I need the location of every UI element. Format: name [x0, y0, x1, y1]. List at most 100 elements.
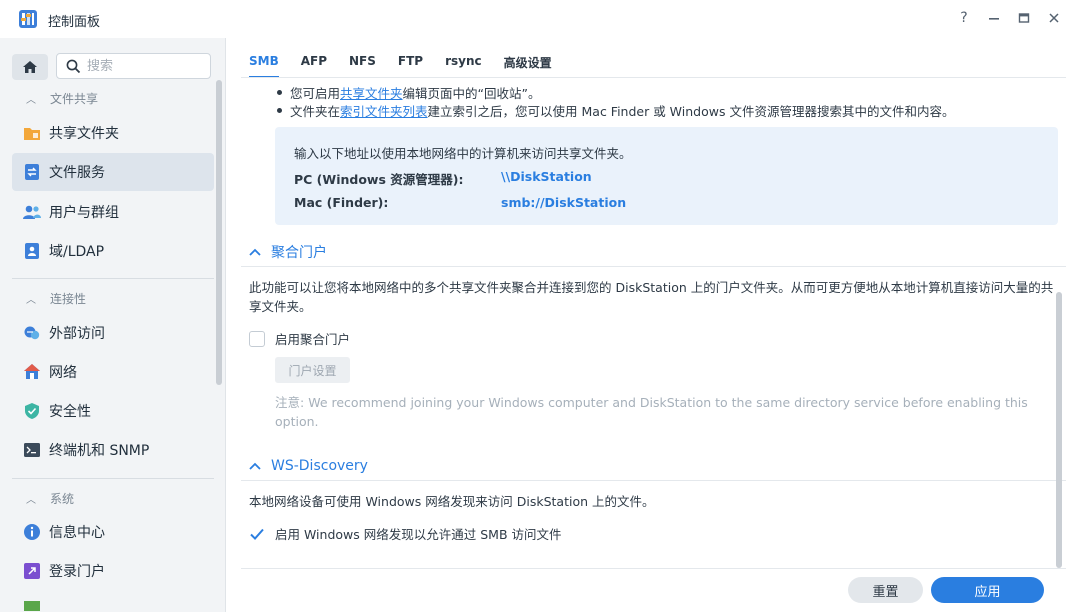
tab-advanced[interactable]: 高级设置 [504, 54, 552, 74]
mac-address: smb://DiskStation [501, 195, 627, 210]
portal-settings-button[interactable]: 门户设置 [275, 357, 350, 383]
enable-aggregation-checkbox[interactable] [249, 330, 265, 347]
enable-ws-discovery-row[interactable]: 启用 Windows 网络发现以允许通过 SMB 访问文件 [249, 524, 562, 543]
aggregation-description: 此功能可以让您将本地网络中的多个共享文件夹聚合并连接到您的 DiskStatio… [249, 280, 1054, 314]
chevron-up-icon: ︿ [26, 494, 36, 506]
sidebar-item-domain-ldap[interactable]: 域/LDAP [12, 232, 214, 270]
section-header-file-sharing[interactable]: ︿ 文件共享 [26, 88, 98, 108]
help-icon[interactable]: ? [955, 9, 973, 27]
note-text: We recommend joining your Windows comput… [275, 395, 1028, 429]
section-divider [241, 266, 1066, 267]
sidebar-item-users-groups[interactable]: 用户与群组 [12, 193, 214, 231]
enable-aggregation-row[interactable]: 启用聚合门户 [249, 329, 350, 348]
security-shield-icon [22, 401, 42, 421]
section-aggregation-portal[interactable]: 聚合门户 [249, 242, 327, 262]
pc-address: \\DiskStation [501, 169, 592, 184]
apply-button[interactable]: 应用 [931, 577, 1044, 603]
section-title: 聚合门户 [271, 245, 327, 261]
section-title: 系统 [50, 491, 75, 506]
bullet-text: 建立索引之后，您可以使用 Mac Finder 或 Windows 文件资源管理… [427, 104, 955, 119]
footer-divider [241, 568, 1066, 569]
chevron-up-icon [249, 246, 261, 259]
window-title: 控制面板 [48, 15, 101, 30]
bullet-recycle-bin: 您可启用 共享文件夹 编辑页面中的“回收站”。 [277, 83, 540, 102]
shared-folder-icon [22, 123, 42, 143]
sidebar-item-info-center[interactable]: 信息中心 [12, 513, 214, 551]
sidebar-divider [12, 278, 214, 279]
access-info-box: 输入以下地址以使用本地网络中的计算机来访问共享文件夹。 PC (Windows … [275, 127, 1058, 225]
sidebar-item-shared-folder[interactable]: 共享文件夹 [12, 114, 214, 152]
sidebar-item-security[interactable]: 安全性 [12, 392, 214, 430]
tab-ftp[interactable]: FTP [398, 54, 423, 74]
minimize-icon[interactable] [985, 9, 1003, 27]
ws-discovery-description: 本地网络设备可使用 Windows 网络发现来访问 DiskStation 上的… [249, 494, 655, 509]
chevron-up-icon [249, 460, 261, 473]
section-divider [241, 480, 1066, 481]
sidebar-item-file-services[interactable]: 文件服务 [12, 153, 214, 191]
tab-divider [241, 77, 1066, 78]
info-box-text: 输入以下地址以使用本地网络中的计算机来访问共享文件夹。 [294, 146, 632, 161]
sidebar-item-external-access[interactable]: 外部访问 [12, 314, 214, 352]
enable-ws-discovery-checkbox[interactable] [249, 526, 265, 542]
section-ws-discovery[interactable]: WS-Discovery [249, 456, 368, 476]
sidebar-item-label: 信息中心 [49, 525, 105, 541]
tab-smb[interactable]: SMB [249, 54, 279, 78]
sidebar-item-label: 网络 [49, 365, 77, 381]
sidebar-item-label: 域/LDAP [49, 244, 105, 260]
checkbox-label: 启用 Windows 网络发现以允许通过 SMB 访问文件 [275, 527, 562, 542]
chevron-up-icon: ︿ [26, 294, 36, 306]
aggregation-note: 注意: We recommend joining your Windows co… [275, 393, 1045, 431]
note-prefix: 注意: [275, 395, 305, 410]
shared-folder-link[interactable]: 共享文件夹 [340, 83, 403, 102]
bullet-index-folder: 文件夹在 索引文件夹列表 建立索引之后，您可以使用 Mac Finder 或 W… [277, 101, 954, 120]
checkbox-label: 启用聚合门户 [275, 332, 351, 347]
bullet-text: 编辑页面中的“回收站”。 [402, 86, 541, 101]
home-icon [23, 61, 37, 73]
bullet-dot [277, 108, 282, 113]
search-icon [66, 59, 81, 74]
external-access-icon [22, 323, 42, 343]
chevron-up-icon: ︿ [26, 94, 36, 106]
reset-button[interactable]: 重置 [848, 577, 923, 603]
tab-afp[interactable]: AFP [301, 54, 327, 74]
title-bar: 控制面板 ? [0, 0, 1080, 38]
section-title: 连接性 [50, 291, 87, 306]
sidebar-item-partial[interactable] [12, 592, 214, 612]
close-icon[interactable] [1045, 9, 1063, 27]
sidebar-item-network[interactable]: 网络 [12, 353, 214, 391]
bullet-dot [277, 90, 282, 95]
login-portal-icon [22, 561, 42, 581]
network-icon [22, 362, 42, 382]
section-title: 文件共享 [50, 91, 99, 106]
main-panel: SMB AFP NFS FTP rsync 高级设置 您可启用 共享文件夹 编辑… [227, 38, 1080, 612]
section-header-connectivity[interactable]: ︿ 连接性 [26, 288, 86, 308]
section-title: WS-Discovery [271, 458, 368, 474]
bullet-text: 您可启用 [290, 86, 341, 101]
sidebar-item-label: 文件服务 [49, 165, 105, 181]
users-group-icon [22, 202, 42, 222]
maximize-icon[interactable] [1015, 9, 1033, 27]
domain-ldap-icon [22, 241, 42, 261]
sidebar-item-terminal-snmp[interactable]: 终端机和 SNMP [12, 431, 214, 469]
sidebar-scrollbar[interactable] [216, 80, 222, 385]
section-header-system[interactable]: ︿ 系统 [26, 488, 74, 508]
pc-label: PC (Windows 资源管理器): [294, 172, 464, 187]
tab-rsync[interactable]: rsync [445, 54, 482, 74]
checkmark-icon [250, 528, 264, 540]
sidebar-item-label: 安全性 [49, 404, 91, 420]
search-input[interactable] [87, 57, 205, 75]
sidebar-divider [12, 478, 214, 479]
tab-nfs[interactable]: NFS [349, 54, 376, 74]
sidebar: ︿ 文件共享 共享文件夹 文件服务 用户与群组 域/LDAP ︿ 连接性 外部 [0, 38, 226, 612]
content-scrollbar[interactable] [1056, 292, 1062, 568]
terminal-icon [22, 440, 42, 460]
home-button[interactable] [12, 54, 48, 80]
sidebar-item-label: 终端机和 SNMP [49, 443, 150, 459]
sidebar-item-login-portal[interactable]: 登录门户 [12, 552, 214, 590]
control-panel-icon [18, 9, 38, 29]
search-field[interactable] [56, 53, 211, 79]
file-services-icon [22, 162, 42, 182]
sidebar-item-label: 登录门户 [49, 564, 105, 580]
sidebar-item-label: 外部访问 [49, 326, 105, 342]
indexed-folder-list-link[interactable]: 索引文件夹列表 [340, 101, 428, 120]
